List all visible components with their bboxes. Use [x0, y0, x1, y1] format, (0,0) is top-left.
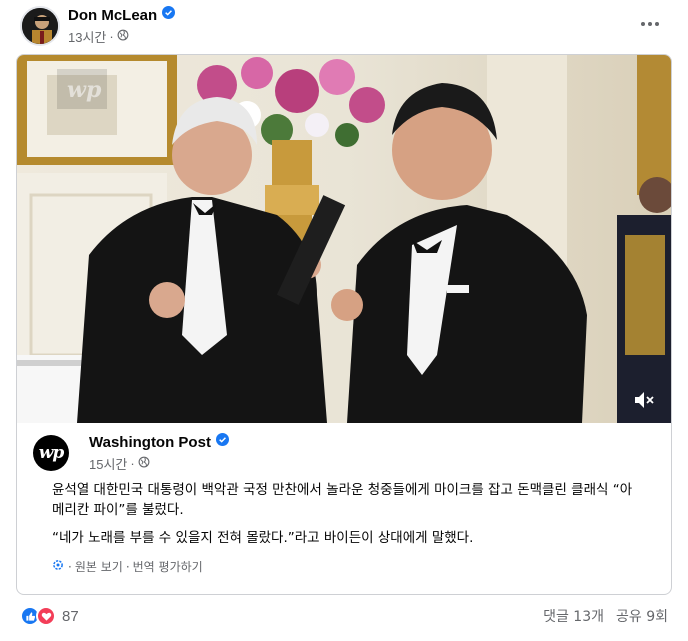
post-header: Don McLean 13시간 ·	[20, 5, 176, 47]
post-paragraph: “네가 노래를 부를 수 있을지 전혀 몰랐다.”라고 바이든이 상대에게 말했…	[52, 530, 474, 546]
source-name[interactable]: Washington Post	[89, 434, 211, 451]
meta-separator: ·	[130, 456, 135, 471]
meta-separator: ·	[109, 29, 114, 44]
post-text: 윤석열 대한민국 대통령이 백악관 국정 만찬에서 놀라운 청중들에게 마이크를…	[52, 480, 642, 548]
shares-count[interactable]: 공유 9회	[616, 606, 668, 626]
source-logo-text: wp	[38, 443, 65, 463]
separator-dot: ·	[68, 559, 72, 574]
reaction-summary[interactable]: 87	[20, 606, 79, 626]
shared-timestamp[interactable]: 15시간	[89, 454, 127, 473]
globe-icon	[117, 29, 129, 44]
author-avatar[interactable]	[20, 6, 60, 46]
verified-badge-icon	[215, 433, 229, 451]
globe-icon	[138, 456, 150, 471]
separator-dot: ·	[125, 559, 130, 574]
video-player[interactable]: wp	[17, 55, 671, 423]
author-name[interactable]: Don McLean	[68, 7, 157, 24]
comments-count[interactable]: 댓글 13개	[543, 606, 604, 626]
post-footer: 87 댓글 13개 공유 9회	[20, 604, 668, 628]
see-original-link[interactable]: 원본 보기	[75, 558, 123, 575]
more-options-icon[interactable]	[638, 14, 662, 34]
svg-text:wp: wp	[67, 77, 102, 103]
facebook-post: Don McLean 13시간 · wp wp Washington Post …	[0, 0, 688, 641]
reaction-count[interactable]: 87	[62, 608, 79, 625]
gear-icon	[52, 559, 64, 574]
source-avatar[interactable]: wp	[33, 435, 69, 471]
love-icon	[36, 606, 56, 626]
verified-badge-icon	[162, 6, 176, 24]
rate-translation-link[interactable]: 번역 평가하기	[133, 558, 203, 575]
post-timestamp[interactable]: 13시간	[68, 27, 106, 46]
post-paragraph: 윤석열 대한민국 대통령이 백악관 국정 만찬에서 놀라운 청중들에게 마이크를…	[52, 482, 633, 518]
translation-bar: · 원본 보기 · 번역 평가하기	[52, 558, 203, 575]
speaker-muted-icon[interactable]	[631, 387, 657, 413]
